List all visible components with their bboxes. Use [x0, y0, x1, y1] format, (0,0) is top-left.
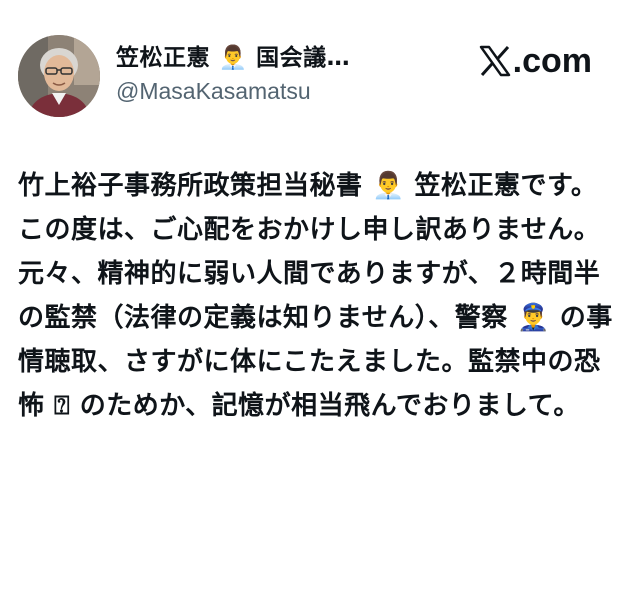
avatar[interactable]	[18, 35, 100, 117]
brand-domain: .com	[512, 41, 592, 80]
tweet-paragraph: この度は、ご心配をおかけし申し訳ありません。	[18, 215, 601, 245]
tweet-paragraph: 元々、精神的に弱い人間でありますが、２時間半の監禁（法律の定義は知りません）、警…	[18, 259, 613, 421]
author-handle[interactable]: @MasaKasamatsu	[116, 75, 416, 107]
x-brand: .com	[479, 41, 592, 81]
tweet-paragraph: 竹上裕子事務所政策担当秘書 👨‍💼 笠松正憲です。	[18, 171, 598, 201]
person-photo-icon	[18, 35, 100, 117]
tweet-header: 笠松正憲 👨‍💼 国会議… @MasaKasamatsu .com	[18, 35, 622, 119]
tweet-text: 竹上裕子事務所政策担当秘書 👨‍💼 笠松正憲です。 この度は、ご心配をおかけし申…	[18, 164, 622, 428]
author-info: 笠松正憲 👨‍💼 国会議… @MasaKasamatsu	[116, 43, 416, 107]
x-logo-icon	[479, 45, 510, 77]
author-display-name[interactable]: 笠松正憲 👨‍💼 国会議…	[116, 43, 416, 73]
